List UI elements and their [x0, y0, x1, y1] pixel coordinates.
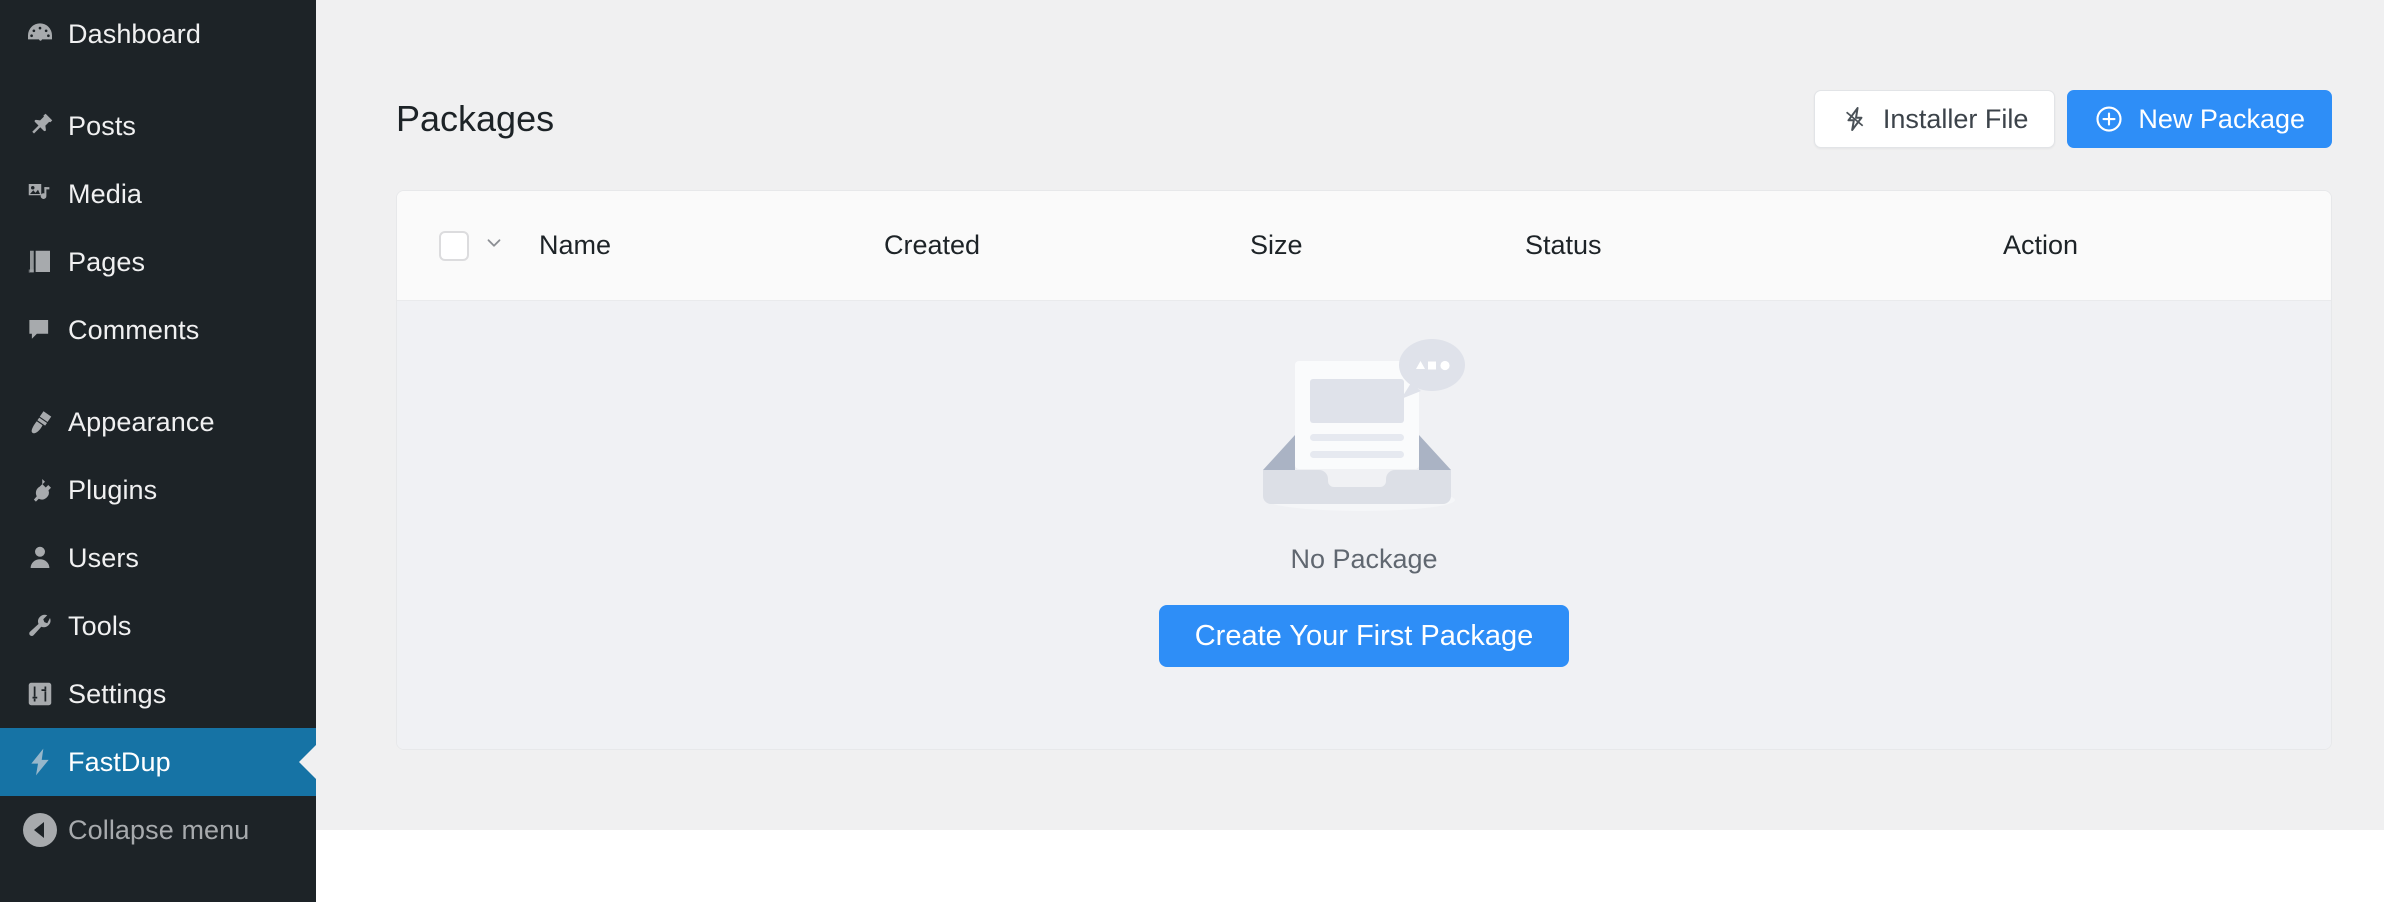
sidebar-item-plugins[interactable]: Plugins — [0, 456, 316, 524]
page-title: Packages — [396, 98, 555, 139]
empty-inbox-icon — [1249, 339, 1479, 524]
sidebar-item-label: FastDup — [68, 746, 171, 777]
admin-sidebar: Dashboard Posts Media Pages Comments App… — [0, 0, 317, 902]
new-package-label: New Package — [2138, 103, 2305, 134]
sidebar-item-comments[interactable]: Comments — [0, 296, 316, 364]
sidebar-item-label: Pages — [68, 246, 146, 277]
column-header-status[interactable]: Status — [1525, 232, 2003, 259]
sidebar-item-label: Plugins — [68, 474, 158, 505]
collapse-arrow-icon — [12, 813, 68, 847]
sidebar-item-label: Media — [68, 178, 143, 209]
table-header-row: Name Created Size Status Action — [397, 191, 2331, 301]
sidebar-item-pages[interactable]: Pages — [0, 228, 316, 296]
sidebar-item-label: Users — [68, 542, 140, 573]
create-first-package-button[interactable]: Create Your First Package — [1158, 605, 1570, 667]
page-header: Packages Installer File New Package — [396, 83, 2332, 155]
sidebar-item-media[interactable]: Media — [0, 160, 316, 228]
packages-table-card: Name Created Size Status Action No Packa… — [396, 190, 2332, 750]
sidebar-item-label: Posts — [68, 110, 137, 141]
header-actions: Installer File New Package — [1813, 90, 2332, 148]
user-icon — [12, 543, 68, 573]
sidebar-separator — [0, 68, 316, 92]
main-content: Packages Installer File New Package Name… — [316, 0, 2384, 830]
collapse-menu-button[interactable]: Collapse menu — [0, 796, 316, 864]
active-menu-arrow-icon — [299, 744, 317, 780]
dashboard-gauge-icon — [12, 18, 68, 50]
select-all-cell — [439, 230, 539, 261]
pages-icon — [12, 247, 68, 277]
sidebar-item-label: Dashboard — [68, 18, 201, 49]
empty-state-message: No Package — [1290, 544, 1438, 574]
column-header-name[interactable]: Name — [539, 232, 884, 259]
sidebar-item-label: Comments — [68, 314, 200, 345]
installer-file-label: Installer File — [1882, 103, 2029, 134]
wordpress-admin-screen: Dashboard Posts Media Pages Comments App… — [0, 0, 2384, 902]
new-package-button[interactable]: New Package — [2067, 90, 2332, 148]
installer-file-button[interactable]: Installer File — [1813, 90, 2056, 148]
column-header-action: Action — [2003, 230, 2079, 260]
plug-icon — [12, 475, 68, 505]
paintbrush-icon — [12, 407, 68, 437]
sidebar-separator — [0, 364, 316, 388]
plus-circle-icon — [2094, 104, 2124, 134]
media-icon — [12, 179, 68, 209]
sidebar-item-appearance[interactable]: Appearance — [0, 388, 316, 456]
sidebar-item-users[interactable]: Users — [0, 524, 316, 592]
collapse-menu-label: Collapse menu — [68, 814, 250, 845]
sidebar-item-tools[interactable]: Tools — [0, 592, 316, 660]
lightning-bolt-icon — [1841, 105, 1869, 133]
comment-bubble-icon — [12, 315, 68, 345]
sidebar-item-label: Appearance — [68, 406, 215, 437]
column-header-size[interactable]: Size — [1250, 232, 1525, 259]
sidebar-item-dashboard[interactable]: Dashboard — [0, 0, 316, 68]
column-header-created[interactable]: Created — [884, 232, 1250, 259]
sidebar-item-fastdup[interactable]: FastDup — [0, 728, 317, 796]
sidebar-item-settings[interactable]: Settings — [0, 660, 316, 728]
lightning-bolt-icon — [12, 746, 68, 778]
sidebar-item-label: Tools — [68, 610, 132, 641]
pin-icon — [12, 111, 68, 141]
sidebar-item-posts[interactable]: Posts — [0, 92, 316, 160]
sliders-icon — [12, 679, 68, 709]
wrench-icon — [12, 611, 68, 641]
chevron-down-icon[interactable] — [483, 232, 505, 259]
table-body-empty-state: No Package Create Your First Package — [397, 301, 2331, 749]
select-all-checkbox[interactable] — [439, 230, 469, 261]
sidebar-item-label: Settings — [68, 678, 167, 709]
